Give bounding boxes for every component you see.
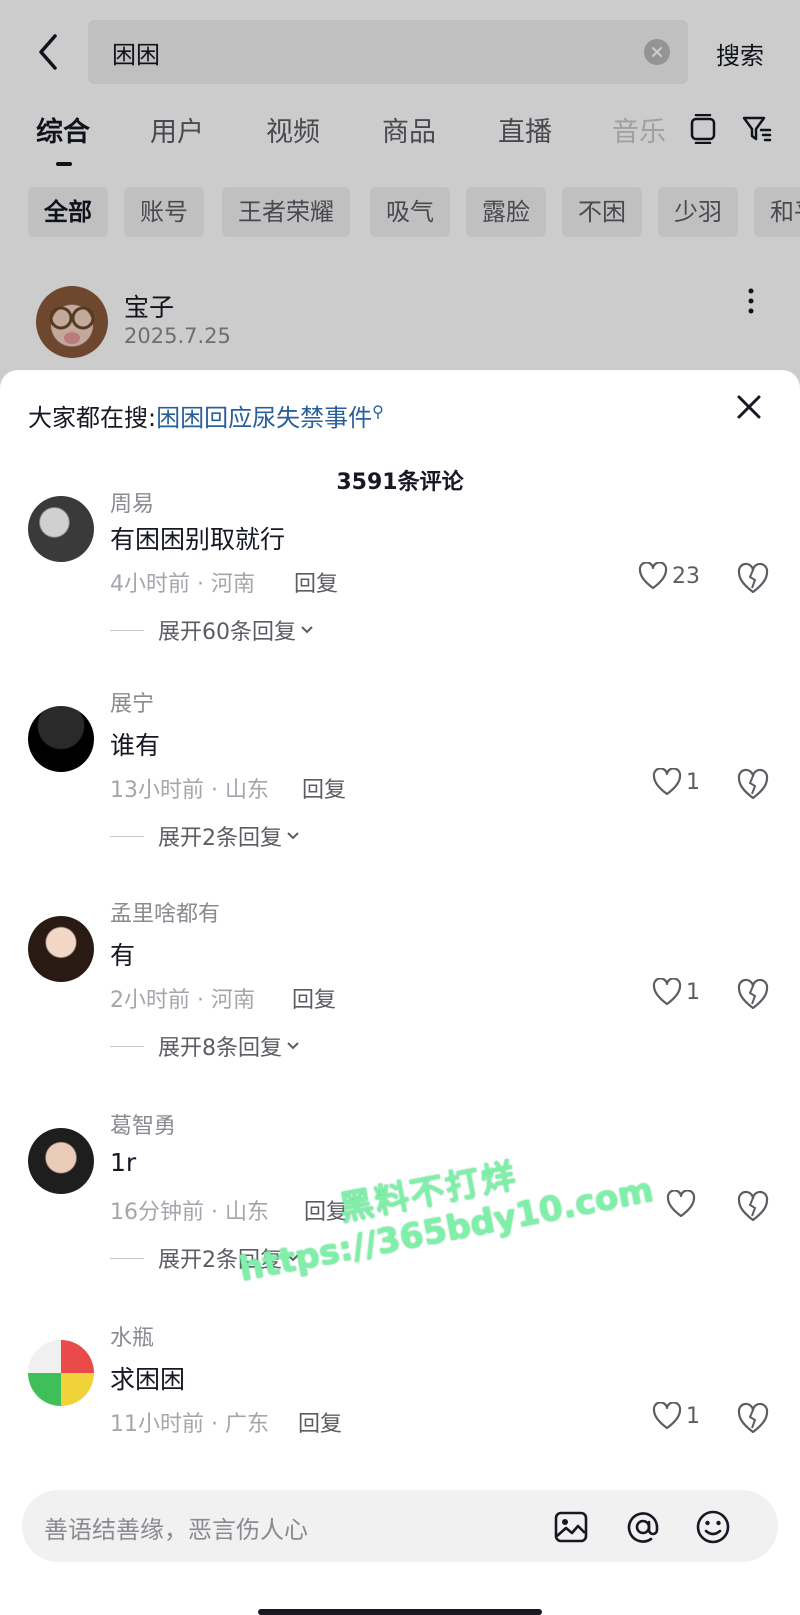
reply-button[interactable]: 回复 [292, 982, 336, 1014]
like-count: 1 [686, 769, 700, 795]
comment-username[interactable]: 葛智勇 [110, 1108, 176, 1140]
heart-icon [638, 562, 668, 590]
comment-meta: 4小时前 · 河南 [110, 572, 255, 597]
divider [110, 629, 144, 631]
like-count: 1 [686, 1403, 700, 1429]
mention-icon[interactable] [624, 1508, 662, 1546]
like-count: 23 [672, 563, 700, 589]
comment-item: 周易 有困困别取就行 4小时前 · 河南 回复 23 展开60条回复 [0, 492, 800, 700]
chevron-down-icon [287, 832, 299, 840]
comment-text: 有 [110, 941, 136, 970]
heart-icon [652, 768, 682, 796]
like-button[interactable]: 1 [652, 978, 700, 1006]
heart-icon [652, 978, 682, 1006]
emoji-icon[interactable] [694, 1508, 732, 1546]
expand-replies-button[interactable]: 展开8条回复 [110, 1030, 300, 1062]
comment-username[interactable]: 周易 [110, 486, 154, 518]
comment-username[interactable]: 孟里啥都有 [110, 896, 220, 928]
reply-button[interactable]: 回复 [302, 772, 346, 804]
comment-meta: 11小时前 · 广东 [110, 1412, 269, 1437]
comment-meta: 13小时前 · 山东 [110, 778, 269, 803]
comment-item: 孟里啥都有 有 2小时前 · 河南 回复 1 展开8条回复 [0, 902, 800, 1110]
reply-button[interactable]: 回复 [298, 1406, 342, 1438]
avatar[interactable] [28, 706, 94, 772]
comment-username[interactable]: 水瓶 [110, 1320, 154, 1352]
comment-text: 1r [110, 1148, 137, 1177]
broken-heart-icon[interactable] [736, 562, 770, 596]
expand-replies-label: 展开2条回复 [158, 826, 282, 851]
divider [110, 1257, 144, 1259]
trending-label: 大家都在搜: [28, 404, 157, 432]
expand-replies-label: 展开8条回复 [158, 1036, 282, 1061]
comment-input[interactable]: 善语结善缘，恶言伤人心 [22, 1490, 778, 1562]
avatar[interactable] [28, 1128, 94, 1194]
avatar[interactable] [28, 496, 94, 562]
avatar[interactable] [28, 1340, 94, 1406]
broken-heart-icon[interactable] [736, 768, 770, 802]
broken-heart-icon[interactable] [736, 1190, 770, 1224]
comment-sheet: 大家都在搜:困困回应尿失禁事件⚲ 3591条评论 周易 有困困别取就行 4小时前… [0, 370, 800, 1615]
comment-text: 求困困 [110, 1365, 186, 1394]
expand-replies-label: 展开60条回复 [158, 620, 296, 645]
expand-replies-button[interactable]: 展开2条回复 [110, 820, 300, 852]
broken-heart-icon[interactable] [736, 978, 770, 1012]
image-icon[interactable] [552, 1508, 590, 1546]
like-button[interactable]: 1 [652, 768, 700, 796]
like-button[interactable]: 1 [652, 1402, 700, 1430]
avatar[interactable] [28, 916, 94, 982]
search-icon: ⚲ [372, 402, 384, 421]
comment-username[interactable]: 展宁 [110, 686, 154, 718]
comment-meta: 2小时前 · 河南 [110, 988, 255, 1013]
chevron-down-icon [301, 626, 313, 634]
divider [110, 835, 144, 837]
comment-input-placeholder: 善语结善缘，恶言伤人心 [44, 1516, 308, 1544]
comment-text: 谁有 [110, 731, 161, 760]
broken-heart-icon[interactable] [736, 1402, 770, 1436]
expand-replies-button[interactable]: 展开60条回复 [110, 614, 314, 646]
like-count: 1 [686, 979, 700, 1005]
comment-item: 展宁 谁有 13小时前 · 山东 回复 1 展开2条回复 [0, 692, 800, 900]
trending-search-row: 大家都在搜:困困回应尿失禁事件⚲ [28, 398, 384, 433]
like-button[interactable]: 23 [638, 562, 700, 590]
chevron-down-icon [287, 1042, 299, 1050]
home-indicator [258, 1609, 542, 1615]
close-sheet-button[interactable] [734, 392, 764, 422]
trending-search-link[interactable]: 困困回应尿失禁事件 [156, 404, 372, 432]
reply-button[interactable]: 回复 [294, 566, 338, 598]
heart-icon [652, 1402, 682, 1430]
divider [110, 1045, 144, 1047]
comment-text: 有困困别取就行 [110, 525, 286, 554]
